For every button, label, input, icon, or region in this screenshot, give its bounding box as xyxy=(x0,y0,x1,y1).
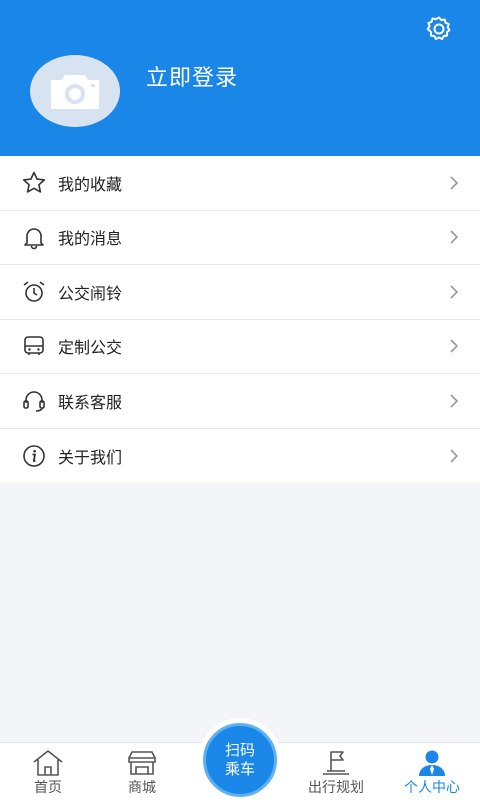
menu-item-label: 定制公交 xyxy=(58,338,123,358)
menu-item-customer-service[interactable]: 联系客服 xyxy=(0,374,480,429)
menu-item-label: 我的收藏 xyxy=(58,174,123,194)
route-flag-icon xyxy=(323,751,349,775)
menu-item-messages[interactable]: 我的消息 xyxy=(0,211,480,265)
info-icon xyxy=(20,442,48,470)
menu-item-label: 联系客服 xyxy=(58,392,123,412)
profile-menu: 我的收藏 我的消息 公交闹铃 定制公交 联系客服 关于我们 xyxy=(0,156,480,483)
menu-item-label: 我的消息 xyxy=(58,229,123,249)
shop-icon xyxy=(128,751,156,775)
scan-label-line1: 扫码 xyxy=(224,741,255,759)
camera-icon xyxy=(51,75,99,109)
tab-profile[interactable]: 个人中心 xyxy=(384,743,480,800)
tab-label: 个人中心 xyxy=(404,780,460,796)
menu-item-about-us[interactable]: 关于我们 xyxy=(0,429,480,484)
menu-item-bus-alarm[interactable]: 公交闹铃 xyxy=(0,265,480,320)
chevron-right-icon xyxy=(450,394,459,408)
scan-button-face: 扫码 乘车 xyxy=(203,723,277,797)
headset-icon xyxy=(20,387,48,415)
chevron-right-icon xyxy=(450,230,459,244)
tab-label: 商城 xyxy=(128,780,156,796)
menu-item-custom-bus[interactable]: 定制公交 xyxy=(0,320,480,374)
gear-icon[interactable] xyxy=(424,14,454,44)
avatar[interactable] xyxy=(30,55,120,127)
profile-header: 立即登录 xyxy=(0,0,480,156)
chevron-right-icon xyxy=(450,449,459,463)
menu-item-label: 关于我们 xyxy=(58,447,123,467)
tab-trip-planning[interactable]: 出行规划 xyxy=(288,743,384,800)
menu-item-favorites[interactable]: 我的收藏 xyxy=(0,156,480,211)
menu-item-label: 公交闹铃 xyxy=(58,283,123,303)
scan-to-ride-button[interactable]: 扫码 乘车 xyxy=(198,718,282,800)
tab-home[interactable]: 首页 xyxy=(0,743,96,800)
chevron-right-icon xyxy=(450,285,459,299)
login-link[interactable]: 立即登录 xyxy=(146,60,238,92)
bus-icon xyxy=(20,332,48,360)
scan-label-line2: 乘车 xyxy=(224,760,255,778)
star-icon xyxy=(20,169,48,197)
alarm-clock-icon xyxy=(20,278,48,306)
bell-icon xyxy=(20,223,48,251)
tab-label: 出行规划 xyxy=(308,780,364,796)
chevron-right-icon xyxy=(450,339,459,353)
user-icon xyxy=(419,750,445,776)
tab-label: 首页 xyxy=(34,780,62,796)
tab-shop[interactable]: 商城 xyxy=(94,743,190,800)
home-icon xyxy=(33,750,63,776)
chevron-right-icon xyxy=(450,176,459,190)
